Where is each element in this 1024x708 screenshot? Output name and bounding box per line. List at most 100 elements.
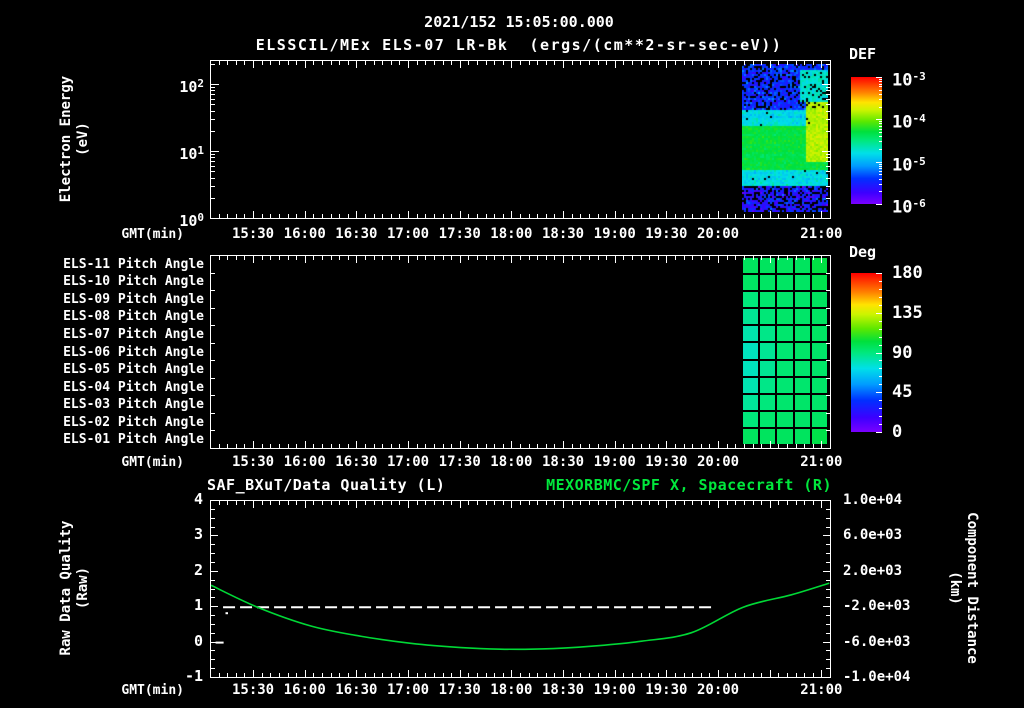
axis-tick — [826, 171, 830, 172]
axis-tick — [826, 668, 830, 669]
axis-tick — [879, 384, 882, 385]
pitch-cell — [794, 428, 810, 444]
axis-tick — [589, 61, 590, 65]
pitch-cell — [794, 377, 810, 393]
axis-tick — [666, 670, 667, 677]
axis-tick — [391, 214, 392, 218]
axis-tick — [365, 214, 366, 218]
axis-tick — [796, 256, 797, 260]
axis-tick — [244, 444, 245, 448]
axis-tick — [399, 214, 400, 218]
axis-tick — [666, 256, 667, 263]
axis-tick — [563, 61, 564, 68]
axis-tick — [813, 673, 814, 677]
spectrogram-y-axis-label-line2: (eV) — [75, 122, 91, 156]
axis-tick — [211, 111, 215, 112]
axis-tick — [408, 670, 409, 677]
axis-tick — [211, 615, 215, 616]
axis-tick — [434, 214, 435, 218]
axis-tick — [477, 501, 478, 505]
axis-tick — [211, 553, 215, 554]
axis-tick — [761, 673, 762, 677]
axis-tick — [288, 214, 289, 218]
pitch-cell — [794, 292, 810, 308]
axis-tick — [211, 535, 218, 536]
axis-tick — [589, 673, 590, 677]
axis-tick — [270, 444, 271, 448]
axis-tick — [253, 256, 254, 263]
pitch-cell — [811, 292, 827, 308]
axis-tick — [529, 501, 530, 505]
axis-tick — [434, 673, 435, 677]
axis-tick — [391, 501, 392, 505]
axis-tick — [288, 61, 289, 65]
axis-tick — [408, 61, 409, 68]
axis-tick — [826, 325, 830, 326]
axis-tick — [778, 444, 779, 448]
pitch-cell — [777, 343, 793, 359]
axis-tick — [580, 256, 581, 260]
axis-tick — [211, 94, 215, 95]
axis-tick — [787, 501, 788, 505]
axis-tick — [374, 214, 375, 218]
axis-tick — [623, 61, 624, 65]
axis-tick — [331, 256, 332, 260]
axis-tick — [227, 673, 228, 677]
axis-tick — [211, 633, 215, 634]
axis-tick — [879, 297, 882, 298]
axis-tick — [666, 501, 667, 508]
axis-tick — [826, 94, 830, 95]
axis-tick — [554, 61, 555, 65]
pitch-cell — [811, 343, 827, 359]
axis-tick — [826, 562, 830, 563]
axis-tick — [879, 84, 882, 85]
axis-tick — [589, 214, 590, 218]
axis-tick — [313, 256, 314, 260]
axis-tick — [503, 501, 504, 505]
axis-tick — [684, 673, 685, 677]
axis-tick — [468, 673, 469, 677]
axis-tick — [374, 444, 375, 448]
time-tick-label: 17:00 — [386, 226, 430, 242]
axis-tick — [761, 61, 762, 65]
energy-tick-label: 102 — [179, 77, 204, 96]
axis-tick — [879, 164, 882, 165]
axis-tick — [753, 501, 754, 505]
axis-tick — [735, 673, 736, 677]
axis-tick — [486, 501, 487, 505]
axis-tick — [580, 444, 581, 448]
axis-tick — [211, 151, 219, 152]
axis-tick — [623, 444, 624, 448]
time-tick-label: 16:00 — [283, 454, 326, 470]
axis-tick — [598, 214, 599, 218]
time-tick-label: 17:30 — [438, 454, 481, 470]
axis-tick — [787, 214, 788, 218]
axis-tick — [339, 256, 340, 260]
axis-tick — [520, 214, 521, 218]
pitch-cell — [811, 275, 827, 291]
axis-tick — [876, 392, 882, 393]
axis-tick — [227, 256, 228, 260]
axis-tick — [554, 673, 555, 677]
axis-tick — [546, 61, 547, 65]
axis-tick — [623, 673, 624, 677]
axis-tick — [879, 126, 882, 127]
axis-tick — [701, 61, 702, 65]
spectrogram-y-axis-label-line1: Electron Energy — [58, 75, 74, 203]
axis-tick — [701, 256, 702, 260]
axis-tick — [675, 673, 676, 677]
axis-tick — [879, 400, 882, 401]
axis-tick — [331, 61, 332, 65]
axis-tick — [262, 444, 263, 448]
axis-tick — [879, 376, 882, 377]
axis-tick — [735, 444, 736, 448]
axis-tick — [813, 256, 814, 260]
axis-tick — [244, 673, 245, 677]
axis-tick — [211, 186, 215, 187]
axis-tick — [615, 256, 616, 263]
axis-tick — [879, 345, 882, 346]
axis-tick — [339, 501, 340, 505]
axis-tick — [365, 256, 366, 260]
axis-tick — [546, 673, 547, 677]
axis-tick — [443, 444, 444, 448]
